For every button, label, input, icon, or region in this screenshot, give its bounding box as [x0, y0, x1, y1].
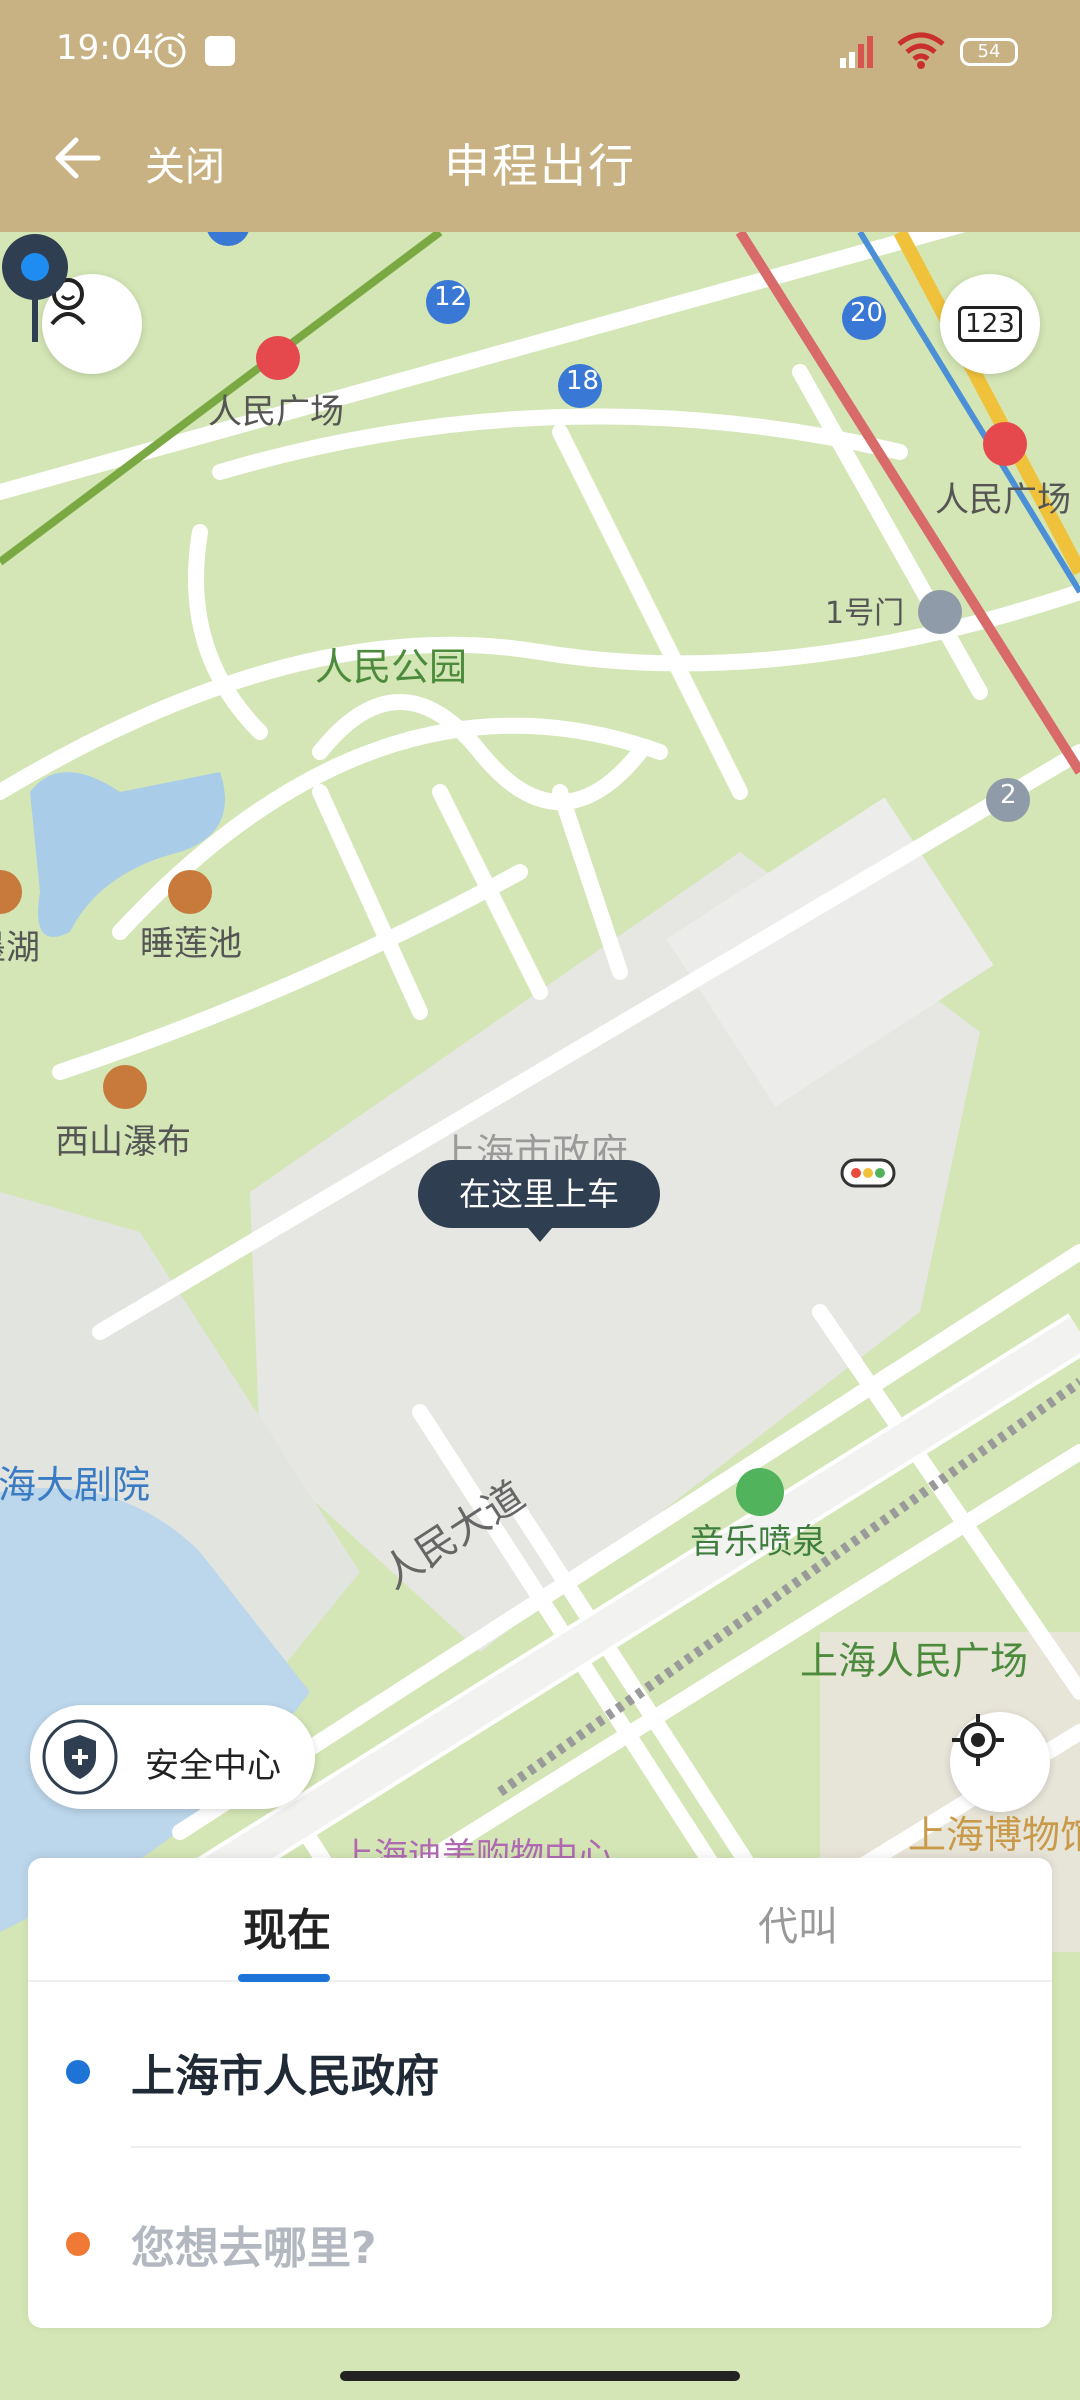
safety-center-label: 安全中心 — [145, 1746, 281, 1786]
map-label-peoples-park: 人民公园 — [315, 645, 468, 689]
location-pin-icon — [2, 234, 68, 342]
app-notification-icon — [205, 36, 235, 66]
map-label-west-hill-waterfall: 西山瀑布 — [55, 1122, 191, 1162]
divider — [131, 2146, 1021, 2148]
status-time: 19:04 — [56, 28, 154, 68]
booking-card: 现在 代叫 上海市人民政府 您想去哪里? — [28, 1858, 1052, 2328]
destination-dot-icon — [66, 2232, 90, 2256]
map-label-shanghai-peoples-square: 上海人民广场 — [800, 1639, 1029, 1683]
origin-field[interactable]: 上海市人民政府 — [28, 1982, 1052, 2152]
alarm-icon — [154, 32, 186, 68]
status-bar: 19:04 54 — [0, 0, 1080, 100]
tab-now[interactable]: 现在 — [243, 1894, 331, 1958]
ride-mode-tabs: 现在 代叫 — [28, 1858, 1052, 1982]
tab-call-for-others[interactable]: 代叫 — [758, 1894, 838, 1952]
pickup-here-tooltip[interactable]: 在这里上车 — [418, 1160, 660, 1242]
map-label-lotus-pond: 睡莲池 — [140, 924, 242, 964]
destination-field[interactable]: 您想去哪里? — [28, 2154, 1052, 2324]
active-tab-indicator — [238, 1974, 330, 1982]
origin-dot-icon — [66, 2060, 90, 2084]
locate-me-button[interactable] — [950, 1712, 1050, 1812]
wifi-icon — [897, 32, 945, 69]
nav-bar: 关闭 申程出行 — [0, 100, 1080, 232]
signal-icon — [840, 36, 873, 68]
metro-line-20: 20 — [850, 298, 884, 328]
map-label-grand-theatre: 上海大剧院 — [0, 1463, 151, 1507]
app-root: 19:04 54 关闭 申程出行 12 18 20 2 人民广场 人民广场 1号… — [0, 0, 1080, 2400]
metro-line-12: 12 — [434, 282, 468, 312]
battery-icon: 54 — [960, 38, 1018, 66]
metro-line-18: 18 — [566, 366, 600, 396]
map-label-gate-1: 1号门 — [825, 596, 905, 631]
map-label-music-fountain: 音乐喷泉 — [690, 1522, 826, 1562]
top-bar: 19:04 54 关闭 申程出行 — [0, 0, 1080, 232]
home-indicator[interactable] — [340, 2371, 740, 2381]
map-label-people-square: 人民广场 — [208, 392, 344, 432]
crosshair-icon — [952, 1714, 1004, 1766]
metro-line-2: 2 — [1000, 780, 1017, 810]
map-label-lake: 墨湖 — [0, 928, 40, 968]
shield-icon — [42, 1719, 118, 1795]
safety-center-button[interactable]: 安全中心 — [30, 1705, 315, 1809]
map-label-people-square-right: 人民广场 — [935, 480, 1071, 520]
map-layer-button[interactable]: 123 — [940, 274, 1040, 374]
destination-placeholder: 您想去哪里? — [131, 2223, 377, 2274]
map-label-museum: 上海博物馆 — [908, 1813, 1080, 1857]
page-title: 申程出行 — [444, 139, 636, 193]
map-layer-label: 123 — [958, 306, 1022, 342]
origin-text: 上海市人民政府 — [131, 2051, 439, 2102]
